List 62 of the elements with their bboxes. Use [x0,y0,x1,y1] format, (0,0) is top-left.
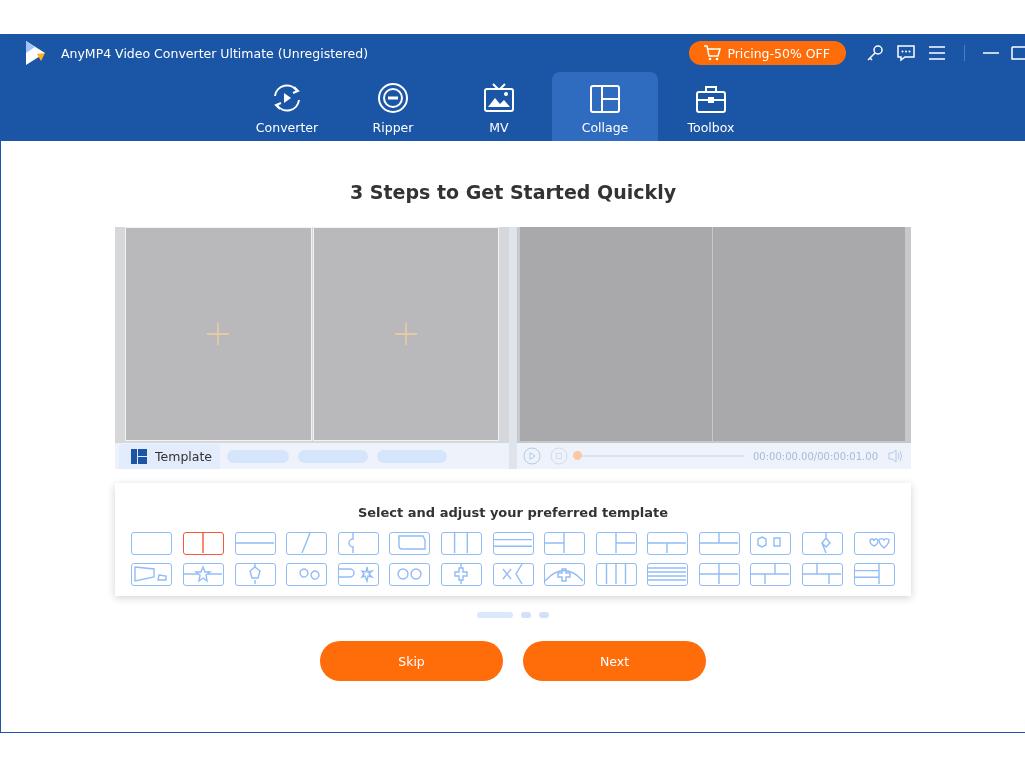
collage-cell[interactable] [312,227,499,441]
progress-thumb[interactable] [573,451,582,460]
template-thumbnail[interactable] [440,532,482,555]
template-thumbnail[interactable] [234,563,276,586]
cart-icon [703,45,722,61]
play-icon[interactable] [523,447,541,465]
nav-tab[interactable]: Toolbox [658,72,764,141]
template-thumbnail[interactable] [853,563,895,586]
template-thumbnail[interactable] [337,563,379,586]
template-thumbnail[interactable] [131,532,173,555]
collage-icon [589,84,621,114]
template-tab[interactable]: Template [119,444,220,469]
template-thumbnail[interactable] [595,532,637,555]
maximize-icon[interactable] [1011,46,1025,60]
collage-cell[interactable] [125,227,312,441]
template-thumbnail[interactable] [698,563,740,586]
key-icon[interactable] [866,44,884,62]
template-thumbnail[interactable] [440,563,482,586]
template-thumbnail[interactable] [750,563,792,586]
template-thumbnail[interactable] [389,563,431,586]
playback-time: 00:00:00.00/00:00:01.00 [753,450,878,462]
nav-tab[interactable]: Converter [234,72,340,141]
template-thumbnail[interactable] [234,532,276,555]
template-thumbnail[interactable] [750,532,792,555]
add-icon[interactable] [394,323,417,345]
template-thumbnail[interactable] [182,563,224,586]
template-thumbnail[interactable] [492,563,534,586]
chat-icon[interactable] [896,44,916,62]
template-thumbnail[interactable] [802,563,844,586]
tv-icon [483,82,515,114]
template-thumbnail[interactable] [286,532,328,555]
placeholder-pill [298,449,368,463]
window-title: AnyMP4 Video Converter Ultimate (Unregistered) [61,45,370,61]
template-thumbnail[interactable] [647,532,689,555]
template-thumbnail[interactable] [698,532,740,555]
stop-icon[interactable] [550,447,568,465]
toolbox-icon [695,84,727,114]
template-thumbnail[interactable] [286,563,328,586]
minimize-icon[interactable] [983,51,999,55]
template-thumbnail[interactable] [182,532,224,555]
page-heading: 3 Steps to Get Started Quickly [349,181,677,203]
add-icon[interactable] [207,323,230,345]
layout-icon [131,449,147,464]
template-thumbnail[interactable] [544,532,586,555]
nav-tab[interactable]: Collage [552,72,658,141]
template-thumbnail[interactable] [337,532,379,555]
placeholder-pill [227,449,289,463]
template-thumbnail[interactable] [544,563,586,586]
placeholder-pill [377,449,447,463]
volume-icon[interactable] [887,448,903,464]
nav-tab[interactable]: MV [446,72,552,141]
template-thumbnail[interactable] [389,532,431,555]
menu-icon[interactable] [928,46,946,60]
panel-title: Select and adjust your preferred template [357,505,669,520]
template-thumbnail[interactable] [492,532,534,555]
template-thumbnail[interactable] [802,532,844,555]
nav-tab[interactable]: Ripper [340,72,446,141]
template-thumbnail[interactable] [131,563,173,586]
template-thumbnail[interactable] [647,563,689,586]
template-thumbnail[interactable] [853,532,895,555]
template-thumbnail[interactable] [595,563,637,586]
disc-icon [377,82,409,114]
